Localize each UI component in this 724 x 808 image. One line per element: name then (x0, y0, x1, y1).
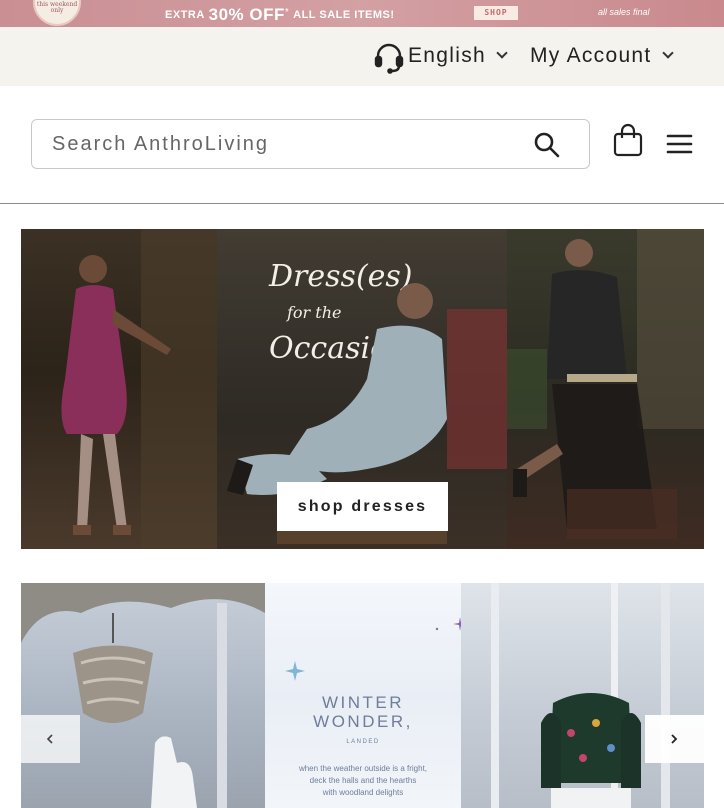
winter-title: WINTER WONDER, (265, 693, 461, 731)
model-figure-left (61, 229, 217, 549)
chandelier-illustration (21, 583, 265, 808)
shopping-bag-icon[interactable] (612, 123, 644, 157)
winter-title-1: WINTER (321, 693, 405, 712)
winter-body-1: when the weather outside is a fright, (298, 764, 428, 773)
model-figure-right (507, 229, 704, 539)
account-menu[interactable]: My Account (530, 44, 674, 68)
carousel-next-button[interactable] (645, 715, 704, 763)
promo-offer-mark: * (284, 7, 290, 18)
search-bar (31, 119, 590, 169)
promo-badge: this weekend only (33, 0, 81, 26)
carousel-image-chair (461, 583, 704, 808)
carousel-prev-button[interactable] (21, 715, 80, 763)
language-selector[interactable]: English (408, 44, 508, 68)
promo-pre: EXTRA (165, 9, 205, 21)
promo-carousel[interactable]: WINTER WONDER, LANDED when the weather o… (21, 583, 704, 808)
account-label: My Account (530, 44, 652, 67)
carousel-image-chandelier (21, 583, 265, 808)
carousel-winter-panel: WINTER WONDER, LANDED when the weather o… (265, 583, 461, 808)
hero-banner[interactable]: Dress(es) for the Occasion shop dresses (21, 229, 704, 549)
winter-subtitle: LANDED (346, 739, 380, 745)
chevron-down-icon (661, 47, 674, 59)
hamburger-menu-icon[interactable] (666, 133, 693, 155)
promo-offer: 30% OFF (208, 5, 285, 24)
chevron-down-icon (496, 47, 508, 59)
winter-body: when the weather outside is a fright, de… (285, 763, 441, 799)
hero-image-right (507, 229, 704, 549)
winter-body-2: deck the halls and the hearths (309, 776, 417, 785)
winter-body-3: with woodland delights (322, 788, 404, 797)
promo-banner[interactable]: this weekend only EXTRA 30% OFF* ALL SAL… (0, 0, 724, 27)
search-input[interactable] (52, 130, 522, 158)
promo-message: EXTRA 30% OFF* ALL SALE ITEMS! (165, 5, 395, 25)
shop-dresses-button[interactable]: shop dresses (277, 482, 448, 531)
winter-title-2: WONDER, (313, 712, 413, 731)
search-icon[interactable] (532, 130, 562, 160)
language-label: English (408, 44, 486, 67)
hero-image-left (21, 229, 217, 549)
armchair-illustration (491, 583, 670, 808)
promo-post: ALL SALE ITEMS! (293, 9, 395, 21)
chevron-right-icon (671, 734, 678, 744)
hero-image-center: Dress(es) for the Occasion shop dresses (217, 229, 507, 549)
site-header (0, 86, 724, 204)
promo-fine-print: all sales final (598, 7, 650, 17)
promo-shop-button[interactable]: SHOP (474, 6, 518, 20)
utility-bar: English My Account (0, 27, 724, 86)
headset-icon[interactable] (373, 42, 405, 74)
chevron-left-icon (46, 734, 53, 744)
